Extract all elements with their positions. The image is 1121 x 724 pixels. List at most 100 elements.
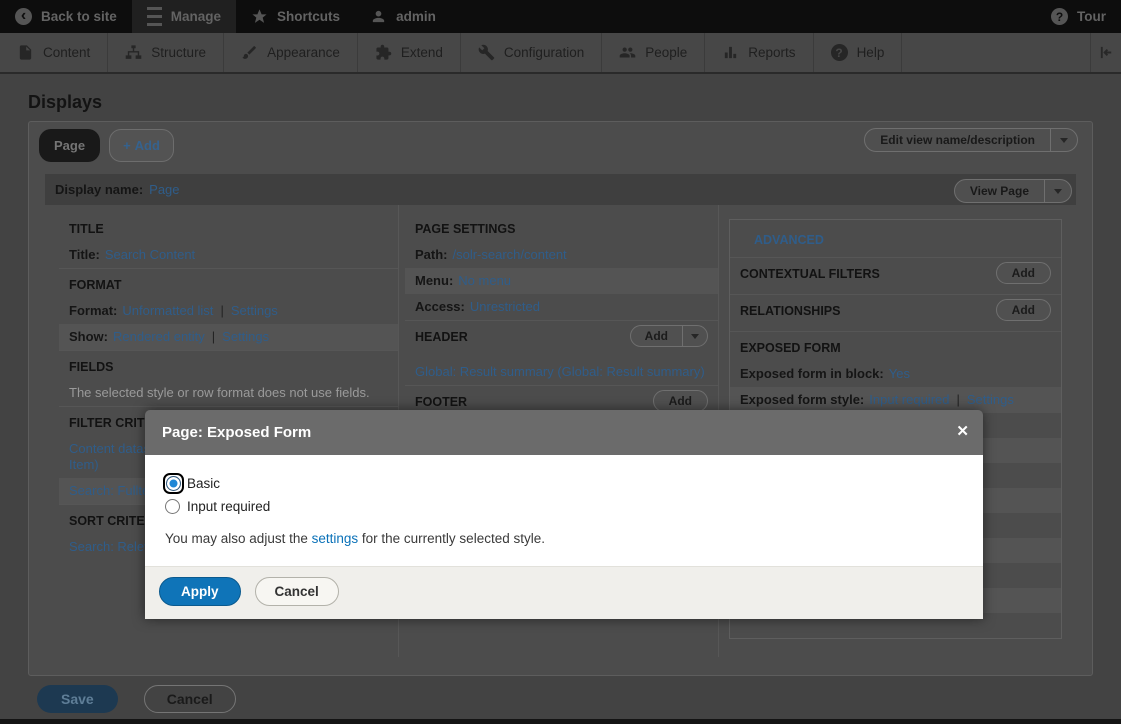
menu-item-appearance[interactable]: Appearance [224, 33, 358, 72]
contextual-filters-add-button[interactable]: Add [996, 262, 1051, 284]
view-page-label: View Page [955, 180, 1044, 202]
display-name-link[interactable]: Page [149, 182, 179, 197]
menu-item-extend[interactable]: Extend [358, 33, 461, 72]
show-link[interactable]: Rendered entity [113, 329, 205, 344]
section-contextual-filters: CONTEXTUAL FILTERS Add [730, 257, 1061, 294]
access-link[interactable]: Unrestricted [470, 299, 540, 314]
dialog-titlebar[interactable]: Page: Exposed Form [145, 410, 983, 455]
format-label: Format: [69, 303, 117, 318]
fields-note: The selected style or row format does no… [69, 385, 370, 400]
format-settings-link[interactable]: Settings [231, 303, 278, 318]
wrench-icon [478, 44, 495, 61]
menu-item-label: Help [857, 45, 885, 60]
radio-option-basic[interactable]: Basic [165, 475, 963, 492]
tour-button[interactable]: Tour [1036, 0, 1121, 33]
relationships-add-button[interactable]: Add [996, 299, 1051, 321]
dialog-cancel-button[interactable]: Cancel [255, 577, 339, 606]
back-to-site-label: Back to site [41, 9, 117, 24]
divider: | [213, 303, 230, 318]
menu-item-people[interactable]: People [602, 33, 705, 72]
menu-item-label: Content [43, 45, 90, 60]
title-row: Title:Search Content [59, 242, 398, 268]
divider: | [950, 392, 967, 407]
manage-menu-button[interactable]: Manage [132, 0, 236, 33]
menu-item-label: Reports [748, 45, 795, 60]
menu-item-reports[interactable]: Reports [705, 33, 813, 72]
header-add-button[interactable]: Add [630, 325, 708, 347]
radio-unselected-icon[interactable] [165, 499, 180, 514]
cancel-button[interactable]: Cancel [144, 685, 236, 713]
exposed-style-settings-link[interactable]: Settings [967, 392, 1014, 407]
person-icon [370, 8, 387, 25]
dialog-title: Page: Exposed Form [162, 424, 311, 441]
exposed-style-link[interactable]: Input required [869, 392, 949, 407]
add-display-button[interactable]: Add [109, 129, 174, 162]
radio-focus-ring [165, 475, 182, 492]
people-icon [619, 44, 636, 61]
header-add-label: Add [631, 326, 682, 346]
menu-label: Menu: [415, 273, 453, 288]
format-link[interactable]: Unformatted list [122, 303, 213, 318]
edit-view-name-button[interactable]: Edit view name/description [864, 128, 1078, 152]
access-label: Access: [415, 299, 465, 314]
advanced-toggle-link[interactable]: ADVANCED [730, 220, 1061, 257]
file-icon [17, 44, 34, 61]
menu-item-content[interactable]: Content [0, 33, 108, 72]
puzzle-icon [375, 44, 392, 61]
bottom-edge [0, 719, 1121, 724]
save-button[interactable]: Save [37, 685, 118, 713]
show-settings-link[interactable]: Settings [222, 329, 269, 344]
radio-option-input-required[interactable]: Input required [165, 499, 963, 514]
dialog-footer: Apply Cancel [145, 566, 983, 619]
path-label: Path: [415, 247, 448, 262]
section-relationships: RELATIONSHIPS Add [730, 294, 1061, 331]
radio-input-required-label: Input required [187, 499, 270, 514]
note-suffix: for the currently selected style. [358, 531, 545, 546]
exposed-style-label: Exposed form style: [740, 392, 864, 407]
format-row: Format: Unformatted list|Settings [59, 298, 398, 324]
menu-item-label: Extend [401, 45, 443, 60]
settings-link[interactable]: settings [312, 531, 359, 546]
collapse-left-icon [1098, 44, 1115, 61]
back-to-site-button[interactable]: Back to site [0, 0, 132, 33]
display-name-bar: Display name: Page View Page [45, 174, 1076, 205]
divider: | [205, 329, 222, 344]
view-page-button[interactable]: View Page [954, 179, 1072, 203]
help-icon [831, 44, 848, 61]
path-link[interactable]: /solr-search/content [453, 247, 567, 262]
result-summary-link[interactable]: Global: Result summary (Global: Result s… [415, 364, 705, 379]
relationships-label: RELATIONSHIPS [740, 304, 840, 318]
show-row: Show:Rendered entity|Settings [59, 324, 398, 350]
menu-item-configuration[interactable]: Configuration [461, 33, 602, 72]
radio-selected-icon[interactable] [166, 476, 181, 491]
chevron-down-icon [1054, 189, 1062, 194]
menu-item-help[interactable]: Help [814, 33, 903, 72]
menu-item-structure[interactable]: Structure [108, 33, 224, 72]
view-page-dropdown[interactable] [1044, 180, 1071, 202]
menu-item-label: People [645, 45, 687, 60]
exposed-block-link[interactable]: Yes [889, 366, 910, 381]
section-format: FORMAT [59, 268, 398, 298]
shortcuts-button[interactable]: Shortcuts [236, 0, 355, 33]
title-link[interactable]: Search Content [105, 247, 195, 262]
apply-button[interactable]: Apply [159, 577, 241, 606]
exposed-form-block-row: Exposed form in block: Yes [730, 361, 1061, 387]
menu-link[interactable]: No menu [458, 273, 511, 288]
close-icon[interactable] [956, 422, 969, 440]
edit-view-dropdown[interactable] [1050, 129, 1077, 151]
tab-page-display[interactable]: Page [39, 129, 100, 162]
contextual-filters-label: CONTEXTUAL FILTERS [740, 267, 880, 281]
header-add-dropdown[interactable] [682, 326, 707, 346]
admin-toolbar: Back to site Manage Shortcuts admin Tour [0, 0, 1121, 33]
chevron-down-icon [1060, 138, 1068, 143]
menu-item-label: Appearance [267, 45, 340, 60]
exposed-block-label: Exposed form in block: [740, 366, 884, 381]
question-mark-icon [1051, 8, 1068, 25]
admin-user-button[interactable]: admin [355, 0, 451, 33]
star-icon [251, 8, 268, 25]
footer-add-button[interactable]: Add [653, 390, 708, 412]
toolbar-orientation-toggle[interactable] [1091, 33, 1121, 72]
back-arrow-icon [15, 8, 32, 25]
footer-section-label: FOOTER [415, 395, 467, 409]
section-page-settings: PAGE SETTINGS [405, 213, 718, 242]
